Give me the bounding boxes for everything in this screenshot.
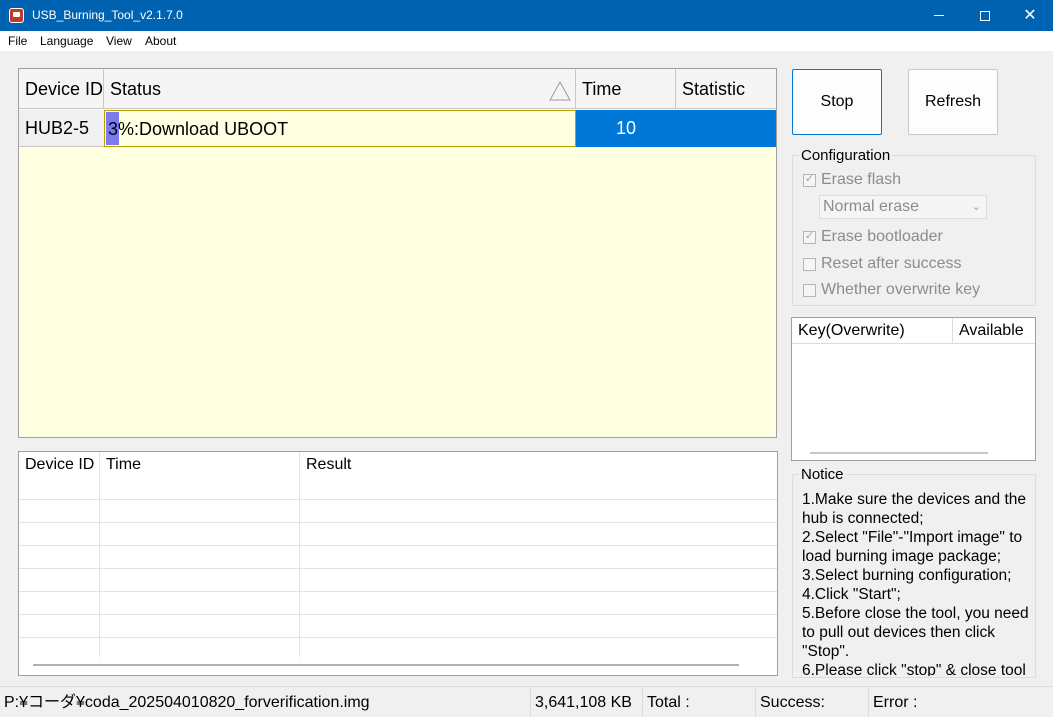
checkbox-checked-icon (803, 172, 816, 187)
menu-file[interactable]: File (8, 34, 27, 48)
key-table[interactable]: Key(Overwrite) Available (791, 317, 1036, 461)
row-divider (19, 614, 777, 615)
status-cell: 3%:Download UBOOT (104, 110, 576, 147)
menu-language[interactable]: Language (40, 34, 93, 48)
row-divider (19, 545, 777, 546)
title-bar: USB_Burning_Tool_v2.1.7.0 ✕ (0, 0, 1053, 31)
row-divider (19, 522, 777, 523)
row-divider (19, 568, 777, 569)
close-icon: ✕ (1023, 6, 1037, 24)
reset-after-success-checkbox[interactable]: Reset after success (803, 255, 962, 273)
col-log-time[interactable]: Time (100, 452, 300, 499)
erase-flash-checkbox[interactable]: Erase flash (803, 171, 901, 189)
chevron-down-icon: ⌄ (971, 201, 981, 213)
erase-bootloader-checkbox[interactable]: Erase bootloader (803, 228, 943, 246)
status-text: 3%:Download UBOOT (108, 119, 289, 139)
notice-line: 6.Please click "stop" & close tool (802, 662, 1026, 676)
column-divider (99, 452, 100, 657)
notice-title: Notice (799, 466, 846, 483)
notice-line: 1.Make sure the devices and the hub is c… (802, 491, 1027, 527)
device-id-cell: HUB2-5 (19, 110, 104, 147)
notice-group: Notice 1.Make sure the devices and the h… (792, 466, 1036, 678)
image-size: 3,641,108 KB (531, 687, 643, 717)
erase-flash-label: Erase flash (821, 171, 902, 188)
horizontal-scrollbar[interactable] (810, 452, 988, 454)
maximize-button[interactable] (962, 0, 1008, 31)
menu-about[interactable]: About (145, 34, 176, 48)
notice-line: 5.Before close the tool, you need to pul… (802, 605, 1029, 660)
notice-line: 4.Click "Start"; (802, 586, 901, 603)
device-table-header: Device ID Status Time Statistic (19, 69, 776, 109)
checkbox-unchecked-icon (803, 257, 816, 271)
statistic-cell (676, 110, 776, 147)
refresh-button[interactable]: Refresh (908, 69, 998, 135)
sort-triangle-icon (549, 80, 571, 101)
col-statistic[interactable]: Statistic (676, 69, 776, 109)
row-divider (19, 637, 777, 638)
app-icon (9, 8, 24, 23)
overwrite-key-label: Whether overwrite key (821, 281, 981, 298)
row-divider (19, 499, 777, 500)
notice-line: 2.Select "File"-"Import image" to load b… (802, 529, 1023, 565)
checkbox-checked-icon (803, 229, 816, 244)
erase-mode-select[interactable]: Normal erase ⌄ (819, 195, 987, 219)
minimize-icon (934, 15, 944, 16)
row-divider (19, 591, 777, 592)
log-table[interactable]: Device ID Time Result (18, 451, 778, 676)
erase-mode-value: Normal erase (823, 198, 920, 215)
close-button[interactable]: ✕ (1007, 0, 1053, 31)
erase-bootloader-label: Erase bootloader (821, 228, 943, 245)
status-bar: P:¥コーダ¥coda_202504010820_forverification… (0, 686, 1053, 717)
col-available[interactable]: Available (953, 318, 1035, 344)
total-count: Total : (643, 687, 756, 717)
device-row[interactable]: HUB2-5 3%:Download UBOOT 10 (19, 110, 776, 147)
col-time[interactable]: Time (576, 69, 676, 109)
col-log-result[interactable]: Result (300, 452, 600, 499)
menu-view[interactable]: View (106, 34, 132, 48)
reset-after-success-label: Reset after success (821, 255, 962, 272)
image-path: P:¥コーダ¥coda_202504010820_forverification… (0, 687, 531, 717)
col-key-overwrite[interactable]: Key(Overwrite) (792, 318, 953, 344)
configuration-title: Configuration (799, 147, 893, 164)
col-status[interactable]: Status (104, 69, 576, 109)
overwrite-key-checkbox[interactable]: Whether overwrite key (803, 281, 980, 299)
minimize-button[interactable] (916, 0, 962, 31)
notice-line: 3.Select burning configuration; (802, 567, 1012, 584)
col-device-id[interactable]: Device ID (19, 69, 104, 109)
checkbox-unchecked-icon (803, 283, 816, 297)
col-log-device-id[interactable]: Device ID (19, 452, 100, 499)
notice-text: 1.Make sure the devices and the hub is c… (802, 490, 1034, 676)
time-cell: 10 (576, 110, 676, 147)
configuration-group: Configuration Erase flash Normal erase ⌄… (792, 147, 1036, 306)
success-count: Success: (756, 687, 869, 717)
error-count: Error : (873, 694, 918, 711)
column-divider (299, 452, 300, 657)
stop-button[interactable]: Stop (792, 69, 882, 135)
horizontal-scrollbar[interactable] (33, 664, 739, 666)
device-table[interactable]: Device ID Status Time Statistic HUB2-5 3… (18, 68, 777, 438)
window-title: USB_Burning_Tool_v2.1.7.0 (32, 8, 183, 22)
maximize-icon (980, 10, 990, 21)
menu-bar: File Language View About (0, 31, 1053, 51)
